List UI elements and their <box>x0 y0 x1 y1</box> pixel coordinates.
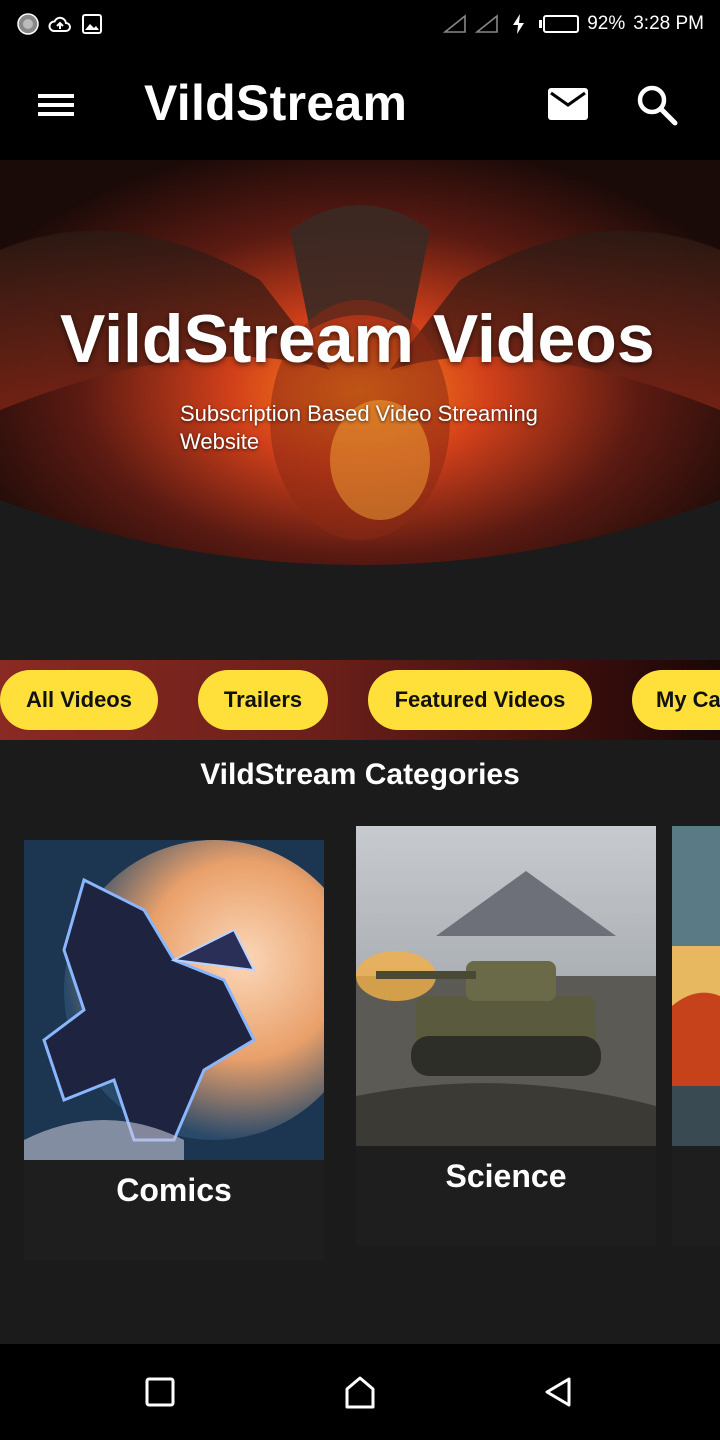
hero-banner: VildStream Videos Subscription Based Vid… <box>0 160 720 580</box>
mail-icon[interactable] <box>546 84 590 124</box>
werewolf-image <box>24 840 324 1160</box>
category-card-partial[interactable] <box>672 826 720 1246</box>
signal-icon <box>443 14 467 33</box>
chip-featured-videos[interactable]: Featured Videos <box>368 670 592 730</box>
battery-icon <box>539 15 580 33</box>
category-card-comics[interactable]: Comics <box>24 840 324 1260</box>
signal-icon <box>475 14 499 33</box>
battery-percent: 92% <box>587 13 626 34</box>
hero-subtitle: Subscription Based Video Streaming Websi… <box>180 401 538 454</box>
recents-icon[interactable] <box>142 1374 178 1410</box>
status-icons-left <box>16 12 104 36</box>
category-label: Science <box>445 1158 567 1194</box>
chip-trailers[interactable]: Trailers <box>198 670 328 730</box>
menu-icon[interactable] <box>36 90 76 120</box>
category-card-science[interactable]: Science <box>356 826 656 1246</box>
status-icons-right: 92% 3:28 PM <box>443 12 704 36</box>
app-bar: VildStream <box>0 50 720 160</box>
category-label: Comics <box>116 1172 232 1208</box>
app-title: VildStream <box>144 75 408 131</box>
status-bar: 92% 3:28 PM <box>0 0 720 50</box>
loading-icon <box>17 13 39 35</box>
system-nav-bar <box>0 1344 720 1440</box>
categories-title: VildStream Categories <box>200 758 520 791</box>
car-image <box>672 826 720 1146</box>
tank-image <box>356 826 656 1146</box>
home-icon[interactable] <box>342 1374 378 1410</box>
chip-my-categories[interactable]: My Ca <box>632 670 720 730</box>
cloud-upload-icon <box>48 16 71 32</box>
filter-chips: All Videos Trailers Featured Videos My C… <box>0 660 720 740</box>
image-icon <box>82 14 102 34</box>
hero-title: VildStream Videos <box>60 301 655 377</box>
back-icon[interactable] <box>540 1374 576 1410</box>
chip-all-videos[interactable]: All Videos <box>0 670 158 730</box>
charging-icon <box>513 14 525 34</box>
clock: 3:28 PM <box>633 13 704 34</box>
search-icon[interactable] <box>634 82 680 128</box>
